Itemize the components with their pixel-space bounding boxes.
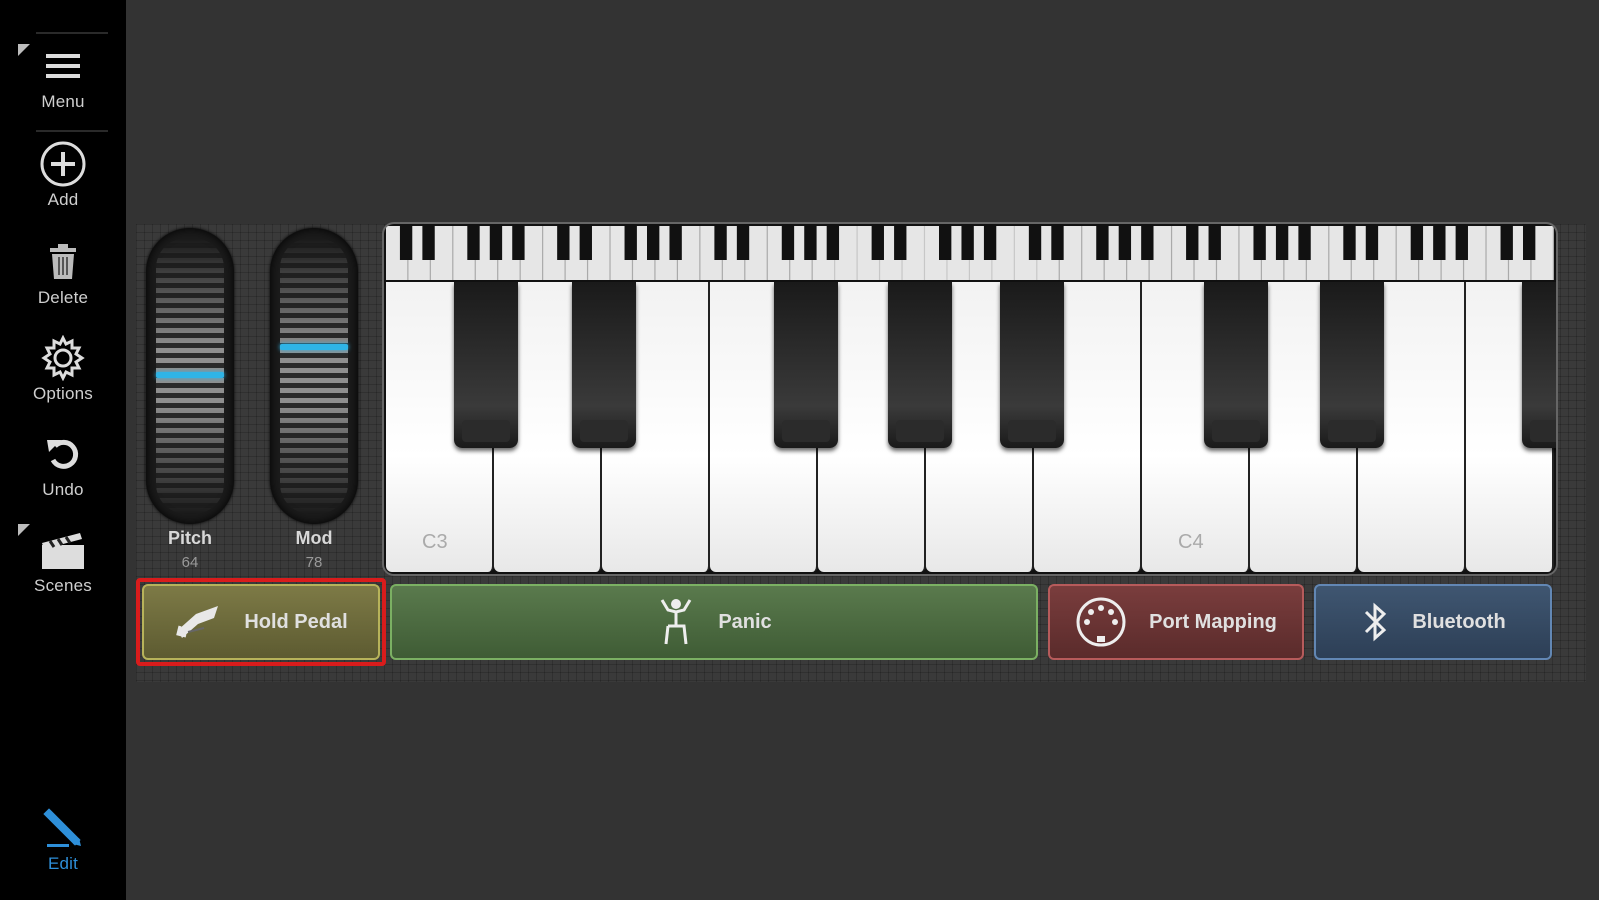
- undo-icon: [37, 430, 89, 478]
- overview-keys: [386, 226, 1553, 280]
- plus-circle-icon: [37, 140, 89, 188]
- undo-label: Undo: [42, 480, 84, 499]
- black-key[interactable]: [454, 282, 518, 448]
- hold-pedal-label: Hold Pedal: [244, 610, 348, 633]
- edit-button[interactable]: Edit: [0, 804, 126, 888]
- add-label: Add: [47, 190, 79, 209]
- clapperboard-icon: [37, 526, 89, 574]
- midi-port-icon: [1075, 596, 1127, 648]
- mod-label: Mod: [295, 528, 333, 548]
- port-mapping-button[interactable]: Port Mapping: [1048, 584, 1304, 660]
- trash-icon: [37, 238, 89, 286]
- menu-label: Menu: [41, 92, 85, 111]
- piano-keyboard: C3 C4: [384, 224, 1556, 574]
- delete-label: Delete: [37, 288, 89, 307]
- options-button[interactable]: Options: [0, 334, 126, 418]
- black-key[interactable]: [888, 282, 952, 448]
- pitch-wheel[interactable]: [146, 228, 234, 524]
- hamburger-icon: [37, 42, 89, 90]
- pitch-value: 64: [181, 554, 199, 571]
- black-key[interactable]: [572, 282, 636, 448]
- mod-wheel[interactable]: [270, 228, 358, 524]
- bluetooth-icon: [1360, 598, 1390, 646]
- pencil-icon: [37, 804, 89, 852]
- note-label: C4: [1178, 531, 1204, 553]
- mod-value: 78: [305, 554, 323, 571]
- sidebar-divider: [36, 130, 108, 132]
- black-key[interactable]: [1000, 282, 1064, 448]
- black-key[interactable]: [1320, 282, 1384, 448]
- black-key[interactable]: [774, 282, 838, 448]
- scenes-button[interactable]: Scenes: [0, 526, 126, 610]
- delete-button[interactable]: Delete: [0, 238, 126, 322]
- pitch-wheel-indicator: [156, 372, 224, 378]
- panic-figure-icon: [656, 596, 696, 648]
- gear-icon: [37, 334, 89, 382]
- options-label: Options: [33, 384, 93, 403]
- bluetooth-label: Bluetooth: [1412, 610, 1506, 633]
- port-mapping-label: Port Mapping: [1149, 610, 1277, 633]
- bluetooth-button[interactable]: Bluetooth: [1314, 584, 1552, 660]
- pitch-label: Pitch: [167, 528, 212, 548]
- panic-label: Panic: [718, 610, 772, 633]
- edit-label: Edit: [47, 854, 79, 873]
- black-key[interactable]: [1522, 282, 1556, 448]
- sidebar: Menu Add Delete Options Undo Scenes Edit: [0, 0, 126, 900]
- instrument-panel: Pitch 64 Mod 78 C3 C4 Hold Pedal Panic Po…: [136, 224, 1586, 682]
- menu-button[interactable]: Menu: [0, 42, 126, 126]
- add-button[interactable]: Add: [0, 140, 126, 224]
- scenes-label: Scenes: [34, 576, 92, 595]
- mod-wheel-indicator: [280, 344, 348, 350]
- pedal-icon: [174, 602, 222, 642]
- panic-button[interactable]: Panic: [390, 584, 1038, 660]
- sidebar-divider: [36, 32, 108, 34]
- undo-button[interactable]: Undo: [0, 430, 126, 514]
- note-label: C3: [422, 531, 448, 553]
- piano-keys[interactable]: C3 C4: [386, 282, 1556, 572]
- hold-pedal-button[interactable]: Hold Pedal: [142, 584, 380, 660]
- keyboard-overview-strip[interactable]: [386, 226, 1554, 280]
- black-key[interactable]: [1204, 282, 1268, 448]
- wheel-stripes: [280, 238, 348, 514]
